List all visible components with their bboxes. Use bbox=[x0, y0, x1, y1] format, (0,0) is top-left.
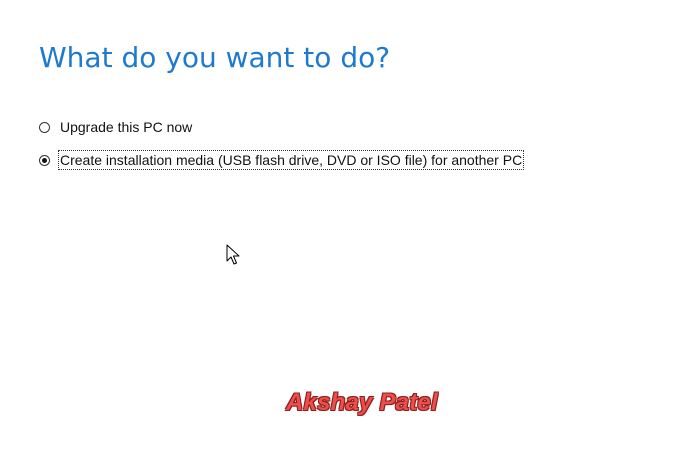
watermark-text: Akshay Patel bbox=[286, 389, 438, 416]
option-create-installation-media[interactable]: Create installation media (USB flash dri… bbox=[39, 149, 525, 171]
radio-dot bbox=[42, 157, 47, 163]
radio-unselected-icon[interactable] bbox=[39, 121, 50, 133]
option-upgrade-this-pc[interactable]: Upgrade this PC now bbox=[39, 116, 193, 138]
page-title: What do you want to do? bbox=[39, 41, 391, 74]
option-label[interactable]: Upgrade this PC now bbox=[59, 118, 193, 136]
mouse-pointer-icon bbox=[226, 244, 240, 265]
radio-selected-icon[interactable] bbox=[39, 154, 50, 166]
option-label[interactable]: Create installation media (USB flash dri… bbox=[57, 150, 525, 170]
